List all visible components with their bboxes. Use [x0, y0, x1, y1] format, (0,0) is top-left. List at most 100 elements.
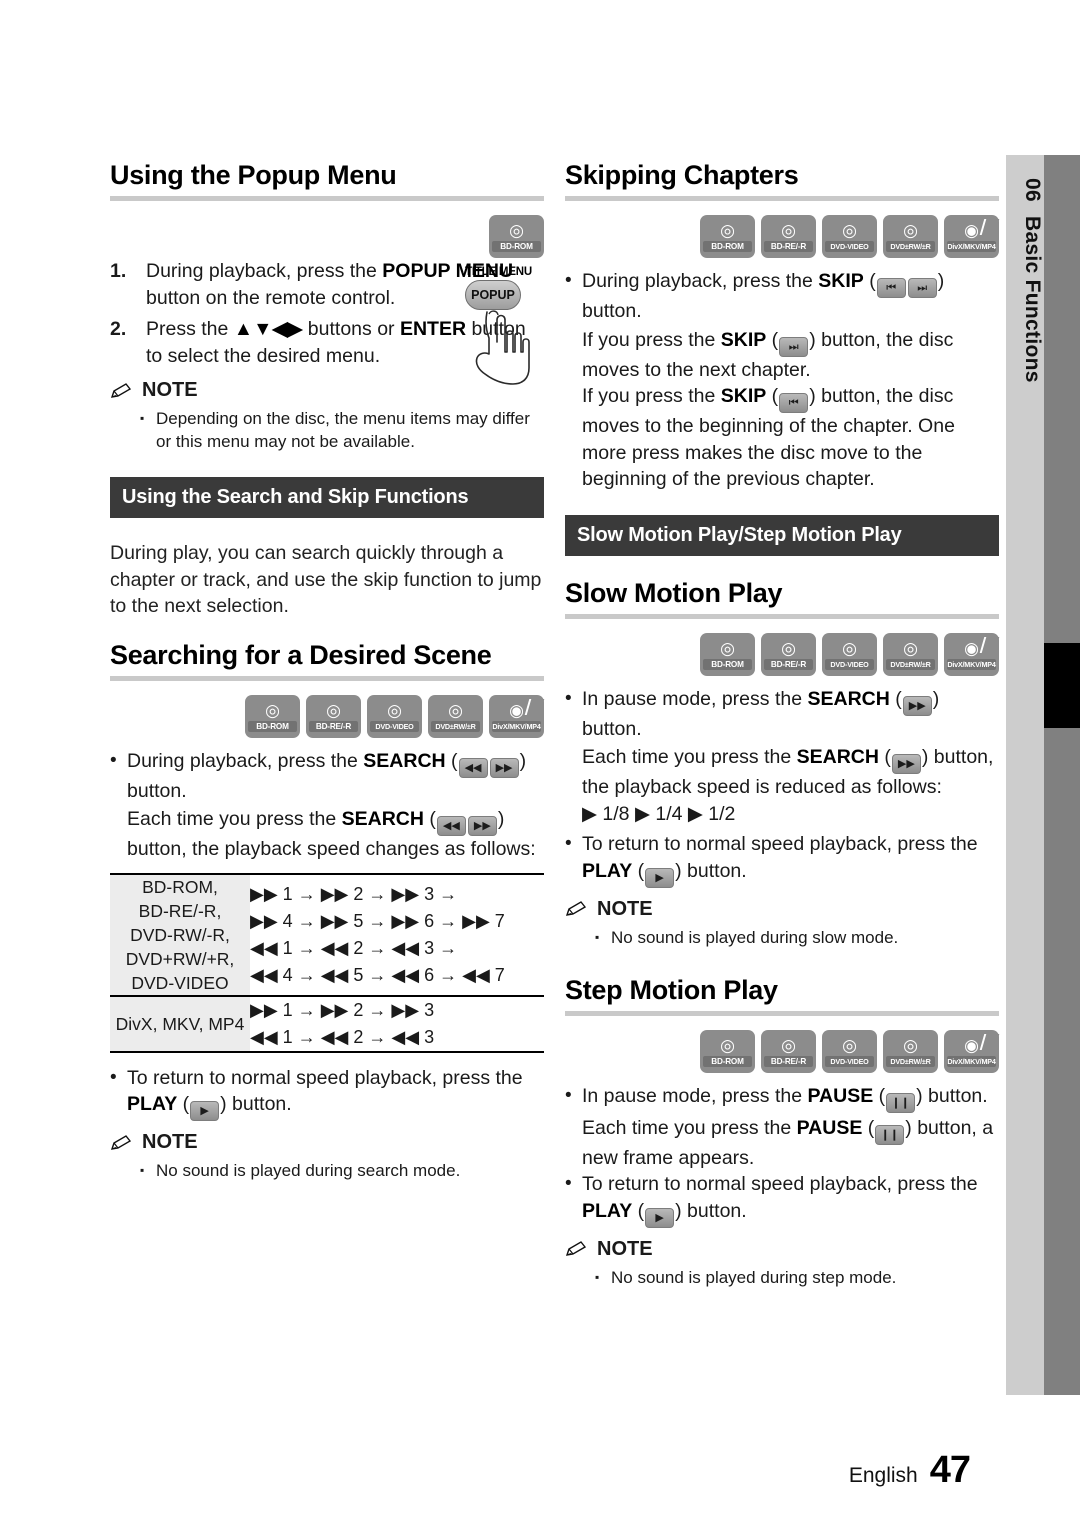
play-key-icon: ▶ — [645, 867, 675, 888]
bullet-text: To return to normal speed playback, pres… — [582, 1171, 999, 1228]
rewind-key-icon: ◀◀ — [458, 757, 488, 778]
bullet-bold: SEARCH — [807, 687, 890, 710]
disc-icon-glyph: ◎ — [265, 700, 280, 720]
disc-icon-label: DivX/MKV/MP4 — [492, 720, 541, 732]
step-2-bold: ENTER — [399, 318, 467, 340]
table-cell-sequences: ▶▶ 1 → ▶▶ 2 → ▶▶ 3 → ▶▶ 4 → ▶▶ 5 → ▶▶ 6 … — [250, 872, 544, 996]
slow-speed-intro: Each time you press the SEARCH (▶▶) butt… — [582, 746, 994, 798]
pointing-hand-icon — [475, 310, 530, 385]
disc-icon-bd-rom: ◎ BD-ROM — [700, 215, 755, 258]
title-menu-label: TITLE MENU — [465, 266, 532, 278]
title-rule — [110, 196, 544, 201]
bullet-dot-icon: • — [565, 833, 572, 854]
disc-icon-label: DVD±RW/±R — [886, 1055, 935, 1067]
bullet-text: In pause mode, press the PAUSE (❙❙) butt… — [582, 1083, 999, 1113]
disc-icon-dvd-video: ◎ DVD-VIDEO — [822, 632, 877, 676]
disc-icon-label: BD-ROM — [492, 241, 541, 252]
disc-icon-divx-mkv-mp4: ◉ DivX/MKV/MP4 — [944, 632, 999, 676]
bullet-bold: SKIP — [818, 270, 864, 292]
disc-icon-glyph: ◎ — [720, 638, 735, 658]
bullet-dot-icon: • — [565, 1084, 572, 1106]
bullet-bold: PLAY — [127, 1093, 178, 1115]
bullet-bold: PLAY — [582, 1199, 633, 1222]
bullet-bold: PAUSE — [807, 1084, 874, 1107]
note-item: ▪ No sound is played during step mode. — [595, 1266, 999, 1289]
disc-icon-label: DVD±RW/±R — [886, 658, 935, 670]
bullet-post: button. — [681, 1199, 747, 1222]
footer-language: English — [848, 1464, 918, 1487]
disc-icon-dvd-rw-r: ◎ DVD±RW/±R — [883, 1029, 938, 1073]
search-skip-intro: During play, you can search quickly thro… — [110, 542, 542, 617]
disc-icon-glyph: ◎ — [903, 638, 918, 658]
footer-page-number: 47 — [929, 1449, 971, 1491]
note-label: NOTE — [142, 1131, 198, 1153]
disc-icon-glyph: ◎ — [781, 1035, 796, 1055]
divx-icon-glyph: ◉ — [964, 221, 979, 240]
disc-icon-dvd-video: ◎ DVD-VIDEO — [822, 215, 877, 258]
note-item: ▪ No sound is played during search mode. — [140, 1159, 544, 1182]
disc-icon-bd-re-r: ◎ BD-RE/-R — [761, 1029, 816, 1073]
section-title-step-motion-play: Step Motion Play — [565, 974, 778, 1005]
step-2-text-a: Press the — [146, 318, 234, 340]
bullet-post: button. — [681, 859, 747, 882]
speed-sequence: ▶▶ 1 → ▶▶ 2 → ▶▶ 3 — [250, 999, 435, 1020]
table-row: BD-ROM, BD-RE/-R, DVD-RW/-R, DVD+RW/+R, … — [110, 872, 544, 996]
subline-pre: Each time you press the — [127, 808, 342, 830]
note-heading: NOTE — [565, 1238, 999, 1261]
disc-icon-label: BD-ROM — [248, 720, 297, 732]
step-2-number: 2. — [110, 318, 127, 340]
disc-icon-bd-rom: ◎ BD-ROM — [489, 215, 544, 258]
pencil-icon — [110, 1134, 132, 1150]
pause-key-icon: ❙❙ — [886, 1092, 916, 1113]
speed-sequence: ◀◀ 4 → ◀◀ 5 → ◀◀ 6 → ◀◀ 7 — [250, 964, 505, 985]
chapter-number: 06 — [1021, 178, 1044, 202]
disc-icon-label: DivX/MKV/MP4 — [947, 658, 996, 670]
speed-sequence: ◀◀ 1 → ◀◀ 2 → ◀◀ 3 → — [250, 937, 458, 958]
disc-icon-label: BD-RE/-R — [309, 720, 358, 732]
disc-icon-label: DVD±RW/±R — [886, 241, 935, 252]
speed-sequence: ◀◀ 1 → ◀◀ 2 → ◀◀ 3 — [250, 1026, 435, 1047]
speed-sequence: ▶▶ 4 → ▶▶ 5 → ▶▶ 6 → ▶▶ 7 — [250, 910, 505, 931]
bullet-text: In pause mode, press the SEARCH (▶▶) but… — [582, 687, 940, 740]
title-rule — [565, 1010, 999, 1016]
disc-icon-glyph: ◎ — [781, 221, 796, 240]
direction-arrows-icon: ▲▼◀▶ — [233, 318, 303, 340]
note-step-mode: NOTE ▪ No sound is played during step mo… — [565, 1238, 999, 1289]
skip-back-key-icon: ⏮ — [876, 278, 906, 298]
disc-icon-bd-rom: ◎ BD-ROM — [700, 1029, 755, 1073]
note-heading: NOTE — [565, 898, 999, 921]
divx-icon-glyph: ◉ — [964, 638, 979, 658]
disc-icon-row-skipping: ◎ BD-ROM ◎ BD-RE/-R ◎ DVD-VIDEO ◎ DVD±RW/±R … — [565, 215, 999, 258]
step-1-text-a: During playback, press the — [146, 260, 383, 282]
subline-pre: Each time you press the — [582, 746, 797, 768]
rewind-key-icon: ◀◀ — [436, 816, 466, 836]
disc-icon-label: DivX/MKV/MP4 — [947, 1055, 996, 1067]
note-item: ▪ Depending on the disc, the menu items … — [140, 407, 544, 453]
disc-icon-bd-rom: ◎ BD-ROM — [700, 632, 755, 676]
play-key-icon: ▶ — [645, 1207, 675, 1228]
note-item-text: No sound is played during slow mode. — [611, 927, 899, 947]
section-title-searching-scene: Searching for a Desired Scene — [110, 639, 492, 670]
disc-icon-label: DivX/MKV/MP4 — [947, 241, 996, 252]
search-speed-intro: Each time you press the SEARCH (◀◀ ▶▶) bu… — [127, 808, 536, 860]
disc-icon-bd-rom: ◎ BD-ROM — [245, 694, 300, 738]
disc-icon-bd-re-r: ◎ BD-RE/-R — [761, 215, 816, 258]
bullet-dot-icon: • — [565, 687, 572, 709]
line-pre: If you press the — [582, 328, 721, 351]
note-label: NOTE — [597, 897, 653, 920]
fastforward-key-icon: ▶▶ — [467, 816, 497, 836]
disc-icon-label: BD-ROM — [703, 1055, 752, 1067]
bullet-skip-press: • During playback, press the SKIP (⏮ ⏭) b… — [565, 268, 999, 325]
bullet-search-press: • During playback, press the SEARCH (◀◀ ▶… — [110, 748, 544, 805]
disc-icon-label: BD-RE/-R — [764, 1055, 813, 1067]
disc-icon-bd-re-r: ◎ BD-RE/-R — [306, 694, 361, 738]
note-bullet-icon: ▪ — [595, 929, 600, 944]
note-label: NOTE — [142, 379, 198, 401]
bullet-text: During playback, press the SKIP (⏮ ⏭) but… — [582, 270, 945, 322]
bullet-dot-icon: • — [565, 270, 572, 291]
skip-back-key-icon: ⏮ — [779, 393, 809, 413]
note-item: ▪ No sound is played during slow mode. — [595, 926, 999, 949]
bullet-post: button. — [127, 779, 187, 802]
pencil-icon — [565, 1241, 587, 1256]
note-bullet-icon: ▪ — [595, 1269, 600, 1284]
